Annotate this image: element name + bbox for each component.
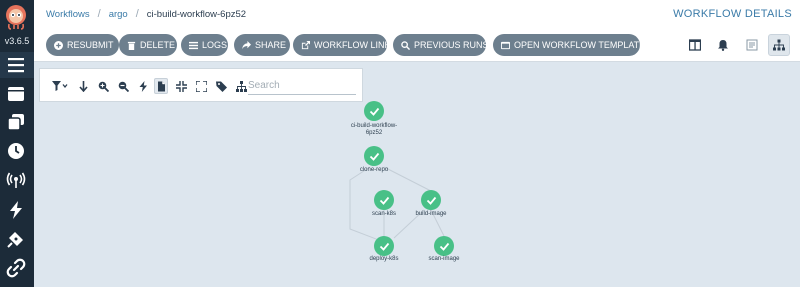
resubmit-label: RESUBMIT [67, 40, 114, 50]
node-label: ci-build-workflow-6pz52 [350, 123, 398, 136]
summary-view-button[interactable] [741, 34, 763, 56]
check-icon [379, 242, 389, 251]
check-icon [379, 196, 389, 205]
filter-icon[interactable] [50, 79, 70, 93]
previous-runs-button[interactable]: PREVIOUS RUNS [393, 34, 489, 56]
zoom-in-icon[interactable] [96, 79, 110, 93]
graph-toolbar [39, 68, 363, 102]
delete-button[interactable]: DELETE [119, 34, 177, 56]
bell-icon [718, 40, 728, 51]
breadcrumb-namespace[interactable]: argo [109, 9, 128, 20]
collapse-icon[interactable] [174, 79, 188, 93]
logs-button[interactable]: LOGS [181, 34, 228, 56]
action-toolbar: RESUBMIT DELETE LOGS SHARE WORKFLOW LINK… [34, 28, 800, 62]
node-build-image[interactable] [421, 190, 441, 210]
top-bar: Workflows / argo / ci-build-workflow-6pz… [34, 0, 800, 28]
clock-icon[interactable] [5, 140, 27, 162]
bolt-icon[interactable] [136, 79, 150, 93]
delete-label: DELETE [140, 40, 176, 50]
trash-icon [127, 41, 136, 50]
bars-icon [189, 41, 198, 49]
expand-icon[interactable] [194, 79, 208, 93]
tag-icon[interactable] [214, 79, 228, 93]
breadcrumb: Workflows / argo / ci-build-workflow-6pz… [46, 8, 246, 20]
graph-view-button[interactable] [768, 34, 790, 56]
workflow-templates-nav-icon[interactable] [5, 83, 27, 105]
search-icon [401, 40, 410, 50]
resubmit-button[interactable]: RESUBMIT [46, 34, 119, 56]
split-view-button[interactable] [684, 34, 706, 56]
bolt-icon[interactable] [5, 199, 27, 221]
breadcrumb-workflow-name: ci-build-workflow-6pz52 [146, 8, 247, 20]
node-scan-k8s[interactable] [374, 190, 394, 210]
node-clone-repo[interactable] [364, 146, 384, 166]
cluster-templates-nav-icon[interactable] [5, 111, 27, 133]
node-label: build-image [415, 211, 447, 217]
check-icon [369, 152, 379, 161]
breadcrumb-workflows[interactable]: Workflows [46, 9, 90, 20]
page-title: WORKFLOW DETAILS [673, 8, 792, 20]
open-workflow-template-button[interactable]: OPEN WORKFLOW TEMPLATE [493, 34, 645, 56]
external-link-icon [301, 40, 310, 49]
file-icon[interactable] [154, 78, 168, 94]
plus-circle-icon [54, 40, 63, 50]
window-icon [501, 41, 510, 49]
node-label: clone-repo [359, 167, 389, 173]
sitemap-icon [773, 39, 785, 51]
logs-label: LOGS [202, 40, 228, 50]
open-workflow-template-label: OPEN WORKFLOW TEMPLATE [514, 40, 646, 50]
version-label: v3.6.5 [4, 36, 30, 46]
previous-runs-label: PREVIOUS RUNS [414, 40, 489, 50]
summary-icon [746, 39, 758, 51]
sidebar: v3.6.5 [0, 0, 34, 287]
graph-search-input[interactable] [248, 77, 356, 95]
sitemap-icon[interactable] [234, 79, 248, 93]
satellite-icon[interactable] [5, 228, 27, 250]
check-icon [439, 242, 449, 251]
share-icon [242, 40, 251, 49]
check-icon [426, 196, 436, 205]
check-icon [369, 107, 379, 116]
node-label: deploy-k8s [369, 256, 399, 262]
node-ci-build-workflow-6pz52[interactable] [364, 101, 384, 121]
share-button[interactable]: SHARE [234, 34, 290, 56]
link-icon[interactable] [5, 257, 27, 279]
columns-icon [689, 39, 701, 51]
breadcrumb-separator: / [97, 8, 101, 20]
event-sources-icon[interactable] [5, 169, 27, 191]
node-scan-image[interactable] [434, 236, 454, 256]
workflows-nav-icon[interactable] [5, 54, 27, 76]
node-deploy-k8s[interactable] [374, 236, 394, 256]
workflow-link-label: WORKFLOW LINK [314, 40, 391, 50]
argo-logo[interactable] [4, 4, 28, 30]
node-label: scan-image [428, 256, 460, 262]
events-button[interactable] [712, 34, 734, 56]
breadcrumb-separator: / [135, 8, 139, 20]
share-label: SHARE [255, 40, 287, 50]
arrow-down-icon[interactable] [76, 79, 90, 93]
workflow-link-button[interactable]: WORKFLOW LINK [293, 34, 391, 56]
workflow-graph-panel[interactable]: ci-build-workflow-6pz52 clone-repo scan-… [34, 62, 800, 287]
zoom-out-icon[interactable] [116, 79, 130, 93]
